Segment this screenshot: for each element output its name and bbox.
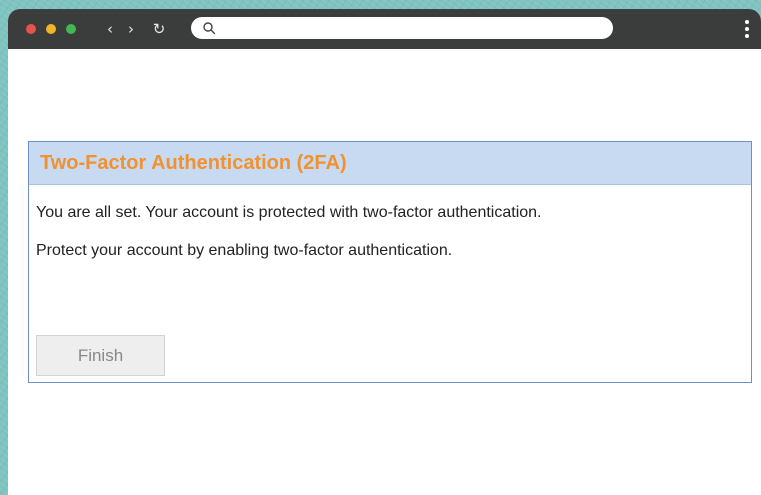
search-icon — [203, 22, 216, 35]
forward-arrow-icon[interactable]: › — [123, 18, 139, 40]
panel-title: Two-Factor Authentication (2FA) — [40, 152, 347, 174]
back-arrow-icon[interactable]: ‹ — [102, 18, 118, 40]
minimize-window-dot[interactable] — [46, 24, 56, 34]
success-message: You are all set. Your account is protect… — [36, 204, 542, 221]
close-window-dot[interactable] — [26, 24, 36, 34]
two-factor-panel: Two-Factor Authentication (2FA) You are … — [28, 141, 752, 383]
reload-icon[interactable]: ↻ — [151, 18, 167, 40]
address-bar[interactable] — [191, 17, 613, 39]
panel-header: Two-Factor Authentication (2FA) — [29, 142, 751, 185]
maximize-window-dot[interactable] — [66, 24, 76, 34]
kebab-menu-icon[interactable] — [742, 19, 752, 39]
finish-button[interactable]: Finish — [36, 335, 165, 376]
browser-toolbar: ‹ › ↻ — [8, 9, 761, 49]
protect-message: Protect your account by enabling two-fac… — [36, 242, 453, 259]
address-input[interactable] — [221, 17, 601, 39]
browser-window: ‹ › ↻ Two-Factor Authentication (2FA) Yo… — [8, 9, 761, 495]
